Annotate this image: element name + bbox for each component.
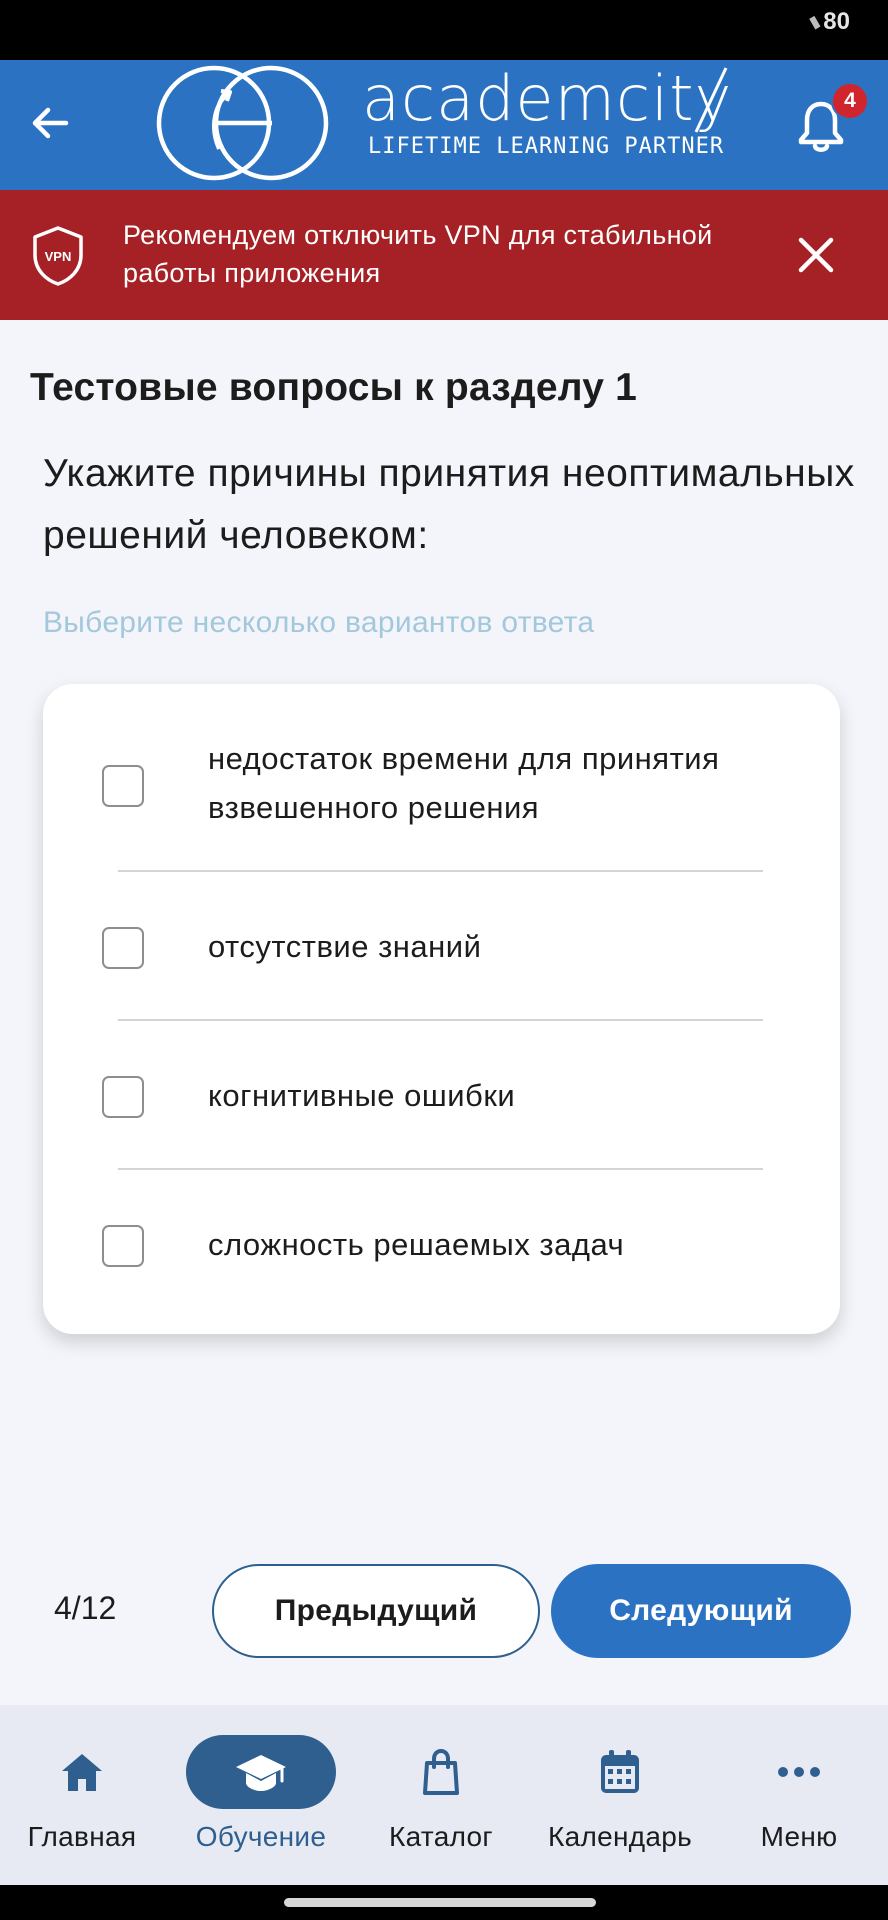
- logo-text: academcity: [362, 62, 733, 135]
- nav-item-home[interactable]: Главная: [7, 1705, 157, 1885]
- nav-icon-container: [366, 1735, 516, 1809]
- vpn-shield-label: VPN: [45, 249, 72, 264]
- more-dots-icon: [778, 1767, 820, 1777]
- vpn-warning-text: Рекомендуем отключить VPN для стабильной…: [123, 220, 713, 288]
- nav-item-menu[interactable]: Меню: [724, 1705, 874, 1885]
- battery-indicator: ▮ 80: [807, 8, 850, 36]
- calendar-icon: [601, 1750, 639, 1793]
- close-icon: [798, 237, 834, 273]
- vpn-warning-banner: VPN Рекомендуем отключить VPN для стабил…: [0, 190, 888, 320]
- shopping-bag-icon: [423, 1749, 459, 1795]
- option-divider: [118, 1019, 763, 1021]
- question-text: Укажите причины принятия неоптимальных р…: [43, 452, 855, 557]
- nav-icon-container: [7, 1735, 157, 1809]
- nav-label-home: Главная: [27, 1821, 137, 1852]
- option-divider: [118, 870, 763, 872]
- close-banner-button[interactable]: [788, 227, 844, 283]
- bottom-navigation: Главная Обучение Каталог Календарь Меню: [0, 1705, 888, 1885]
- answer-checkbox[interactable]: [102, 927, 144, 969]
- notification-count-badge: 4: [831, 82, 869, 120]
- previous-button[interactable]: Предыдущий: [212, 1564, 540, 1658]
- option-divider: [118, 1168, 763, 1170]
- app-header: academcity LIFETIME LEARNING PARTNER 4: [0, 60, 888, 190]
- nav-item-calendar[interactable]: Календарь: [545, 1705, 695, 1885]
- back-button[interactable]: [22, 95, 78, 151]
- nav-item-catalog[interactable]: Каталог: [366, 1705, 516, 1885]
- nav-label-learning: Обучение: [195, 1821, 327, 1852]
- home-icon: [62, 1754, 102, 1791]
- answer-checkbox[interactable]: [102, 765, 144, 807]
- nav-label-calendar: Календарь: [547, 1821, 693, 1852]
- logo-slash-decoration: [694, 67, 728, 133]
- answers-card: недостаток времени для принятия взвешенн…: [43, 684, 840, 1334]
- graduation-cap-icon: [236, 1755, 286, 1791]
- answer-checkbox[interactable]: [102, 1076, 144, 1118]
- nav-item-learning[interactable]: Обучение: [186, 1705, 336, 1885]
- status-bar: ▮ 80: [0, 0, 888, 60]
- nav-icon-container: [545, 1735, 695, 1809]
- arrow-left-icon: [32, 107, 69, 139]
- battery-level: 80: [823, 8, 850, 35]
- answer-checkbox[interactable]: [102, 1225, 144, 1267]
- answer-option-text: сложность решаемых задач: [208, 1227, 625, 1262]
- logo-tagline: LIFETIME LEARNING PARTNER: [368, 134, 725, 159]
- system-gesture-bar: [0, 1885, 888, 1920]
- answer-option-text: когнитивные ошибки: [208, 1078, 516, 1113]
- answer-option-text: недостаток времени для принятия взвешенн…: [208, 741, 720, 825]
- answer-option-text: отсутствие знаний: [208, 929, 482, 964]
- nav-label-menu: Меню: [760, 1821, 838, 1852]
- home-gesture-handle[interactable]: [284, 1898, 596, 1907]
- question-progress: 4/12: [54, 1590, 117, 1626]
- vpn-shield-icon: VPN: [33, 226, 83, 286]
- academcity-logo-icon: [156, 65, 329, 181]
- section-title: Тестовые вопросы к разделу 1: [30, 366, 638, 409]
- nav-icon-container: [724, 1735, 874, 1809]
- answer-hint: Выберите несколько вариантов ответа: [43, 606, 595, 639]
- battery-icon: ▮: [807, 12, 824, 32]
- nav-label-catalog: Каталог: [389, 1821, 493, 1852]
- nav-icon-container: [186, 1735, 336, 1809]
- next-button[interactable]: Следующий: [551, 1564, 851, 1658]
